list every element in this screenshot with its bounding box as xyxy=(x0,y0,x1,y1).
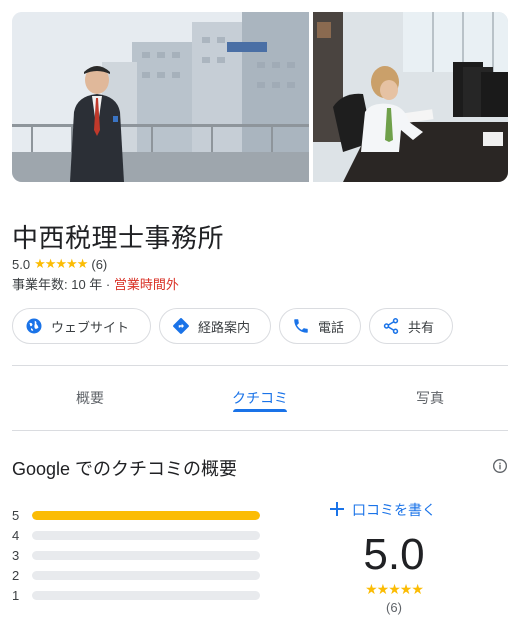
rating-bar-track xyxy=(32,510,260,520)
tab-reviews-label: クチコミ xyxy=(232,390,288,406)
overall-score: 5.0 xyxy=(363,530,425,579)
directions-button[interactable]: 経路案内 xyxy=(159,308,271,344)
share-label: 共有 xyxy=(408,319,435,335)
rating-row-label: 1 xyxy=(12,587,20,603)
rating-row-4[interactable]: 4 xyxy=(12,525,262,545)
tab-overview[interactable]: 概要 xyxy=(12,366,168,430)
business-info: 事業年数: 10 年 · 営業時間外 xyxy=(12,274,179,293)
active-tab-indicator xyxy=(233,409,287,412)
overall-stars-icon: ★★★★★ xyxy=(365,581,424,597)
photo-man-on-rooftop[interactable] xyxy=(12,12,309,182)
directions-icon xyxy=(172,317,190,335)
photo-office-woman[interactable] xyxy=(313,12,508,182)
share-button[interactable]: 共有 xyxy=(369,308,453,344)
write-review-button[interactable]: 口コミを書く xyxy=(330,500,436,520)
rating-distribution: 5 4 3 2 1 xyxy=(12,505,262,605)
call-button[interactable]: 電話 xyxy=(279,308,361,344)
tab-photos-label: 写真 xyxy=(416,390,444,406)
phone-icon xyxy=(292,317,310,335)
rating-value: 5.0 xyxy=(12,256,31,272)
photo-gallery[interactable] xyxy=(12,12,508,182)
plus-icon xyxy=(330,501,344,519)
rating-row-3[interactable]: 3 xyxy=(12,545,262,565)
tab-bar: 概要 クチコミ 写真 xyxy=(12,366,508,430)
website-button[interactable]: ウェブサイト xyxy=(12,308,151,344)
years-in-business: 事業年数: 10 年 · xyxy=(12,277,114,292)
hours-status[interactable]: 営業時間外 xyxy=(114,277,179,292)
directions-label: 経路案内 xyxy=(198,319,251,335)
rating-summary: 5.0 ★★★★★ (6) xyxy=(12,256,107,272)
rating-row-label: 5 xyxy=(12,507,20,523)
globe-icon xyxy=(25,317,43,335)
star-rating-icon: ★★★★★ xyxy=(34,256,88,271)
overall-review-count[interactable]: (6) xyxy=(330,600,458,615)
review-count[interactable]: (6) xyxy=(91,257,107,272)
info-icon[interactable] xyxy=(492,458,508,474)
rating-row-5[interactable]: 5 xyxy=(12,505,262,525)
write-review-label: 口コミを書く xyxy=(352,502,436,518)
tab-photos[interactable]: 写真 xyxy=(352,366,508,430)
call-label: 電話 xyxy=(318,319,345,335)
rating-bar-track xyxy=(32,530,260,540)
tab-reviews[interactable]: クチコミ xyxy=(182,366,338,430)
rating-row-label: 4 xyxy=(12,527,20,543)
rating-bar-track xyxy=(32,570,260,580)
place-title: 中西税理士事務所 xyxy=(12,223,225,253)
website-label: ウェブサイト xyxy=(51,319,130,335)
rating-row-label: 2 xyxy=(12,567,20,583)
divider-tabs xyxy=(12,430,508,431)
rating-bar-track xyxy=(32,550,260,560)
rating-row-label: 3 xyxy=(12,547,20,563)
rating-bar-fill xyxy=(32,510,260,520)
action-chips: ウェブサイト 経路案内 電話 共有 xyxy=(12,308,453,344)
review-summary-title: Google でのクチコミの概要 xyxy=(12,459,238,479)
rating-row-2[interactable]: 2 xyxy=(12,565,262,585)
rating-row-1[interactable]: 1 xyxy=(12,585,262,605)
share-icon xyxy=(382,317,400,335)
tab-overview-label: 概要 xyxy=(76,390,104,406)
rating-bar-track xyxy=(32,590,260,600)
